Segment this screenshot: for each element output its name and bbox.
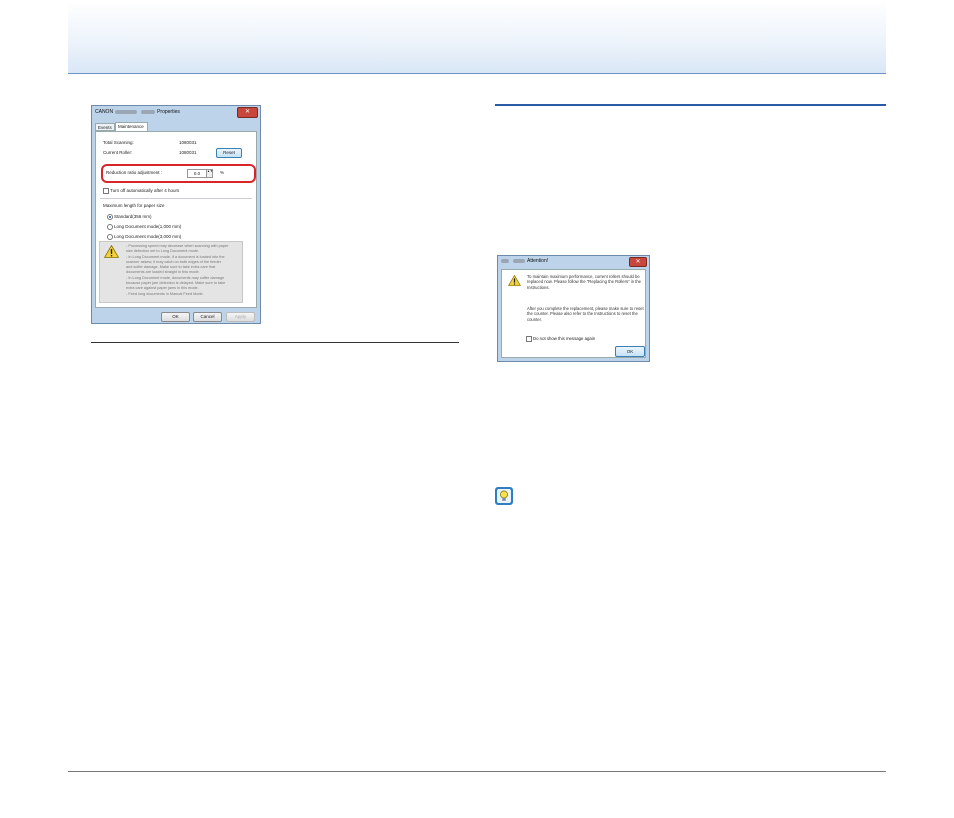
warning-box: - Processing speed may decrease when sca… bbox=[99, 241, 243, 303]
page-header-band bbox=[68, 0, 886, 73]
attention-title: Attention! bbox=[501, 258, 548, 264]
ok-button[interactable]: OK bbox=[615, 346, 645, 357]
close-button[interactable]: ✕ bbox=[629, 257, 647, 267]
current-rollers-label: Current Roller: bbox=[103, 150, 133, 155]
total-scanning-label: Total Scanning: bbox=[103, 140, 134, 145]
reduction-ratio-input[interactable]: 0.0 bbox=[187, 169, 207, 178]
warning-icon bbox=[508, 275, 521, 286]
close-icon: ✕ bbox=[635, 259, 641, 265]
header-rule bbox=[68, 73, 886, 74]
footer-rule bbox=[68, 771, 886, 772]
attention-message-1: To maintain maximum performance, current… bbox=[527, 274, 642, 290]
reduction-ratio-stepper[interactable]: ▲▼ bbox=[206, 169, 213, 178]
attention-body: To maintain maximum performance, current… bbox=[501, 269, 646, 358]
attention-titlebar: Attention! ✕ bbox=[498, 256, 649, 268]
warning-line: - Feed long documents in Manual Feed Mod… bbox=[126, 291, 204, 296]
dont-show-label: Do not show this message again bbox=[533, 336, 596, 341]
attention-message-2: After you complete the replacement, plea… bbox=[527, 306, 644, 322]
properties-titlebar: CANON Properties ✕ bbox=[92, 106, 260, 120]
max-length-label: Maximum length for paper size bbox=[103, 203, 165, 208]
title-blurred bbox=[513, 258, 525, 263]
separator bbox=[100, 198, 252, 199]
auto-off-checkbox[interactable] bbox=[103, 188, 109, 194]
radio-long-1000-label: Long Document mode(1,000 mm) bbox=[114, 224, 182, 229]
title-blurred bbox=[141, 109, 156, 114]
title-right: Properties bbox=[157, 109, 180, 115]
title-blurred bbox=[501, 258, 509, 263]
radio-standard[interactable] bbox=[107, 214, 113, 220]
left-section-rule bbox=[91, 342, 459, 343]
ok-button[interactable]: OK bbox=[161, 312, 190, 322]
warning-icon bbox=[104, 245, 119, 258]
maintenance-panel: Total Scanning: 1080031 Current Roller: … bbox=[95, 131, 257, 308]
title-blurred bbox=[115, 109, 138, 114]
reduction-ratio-label: Reduction ratio adjustment : bbox=[106, 170, 163, 175]
apply-button[interactable]: Apply bbox=[226, 312, 255, 322]
tab-events[interactable]: Events bbox=[95, 123, 115, 131]
radio-long-1000[interactable] bbox=[107, 224, 113, 230]
radio-standard-label: Standard(356 mm) bbox=[114, 214, 152, 219]
properties-dialog: CANON Properties ✕ Events Maintenance Tot… bbox=[91, 105, 261, 324]
total-scanning-value: 1080031 bbox=[179, 140, 197, 145]
attention-dialog: Attention! ✕ To maintain maximum perform… bbox=[497, 255, 650, 362]
current-rollers-value: 1080031 bbox=[179, 150, 197, 155]
cancel-button[interactable]: Cancel bbox=[193, 312, 222, 322]
dont-show-checkbox[interactable] bbox=[526, 336, 532, 342]
hint-icon bbox=[495, 487, 513, 505]
close-button[interactable]: ✕ bbox=[237, 107, 258, 118]
properties-title: CANON Properties bbox=[95, 109, 180, 115]
dialog-button-bar: OK Cancel Apply bbox=[92, 309, 260, 323]
attention-title-text: Attention! bbox=[527, 258, 549, 264]
close-icon: ✕ bbox=[244, 109, 251, 115]
auto-off-label: Turn off automatically after 4 hours bbox=[110, 188, 180, 193]
radio-long-3000-label: Long Document mode(3,000 mm) bbox=[114, 234, 182, 239]
reduction-ratio-unit: % bbox=[220, 170, 225, 175]
lightbulb-icon bbox=[497, 489, 511, 503]
radio-long-3000[interactable] bbox=[107, 234, 113, 240]
title-left: CANON bbox=[95, 109, 114, 115]
warning-text: - Processing speed may decrease when sca… bbox=[126, 244, 241, 297]
right-section-rule bbox=[495, 104, 886, 106]
reset-button[interactable]: Reset bbox=[216, 148, 242, 158]
